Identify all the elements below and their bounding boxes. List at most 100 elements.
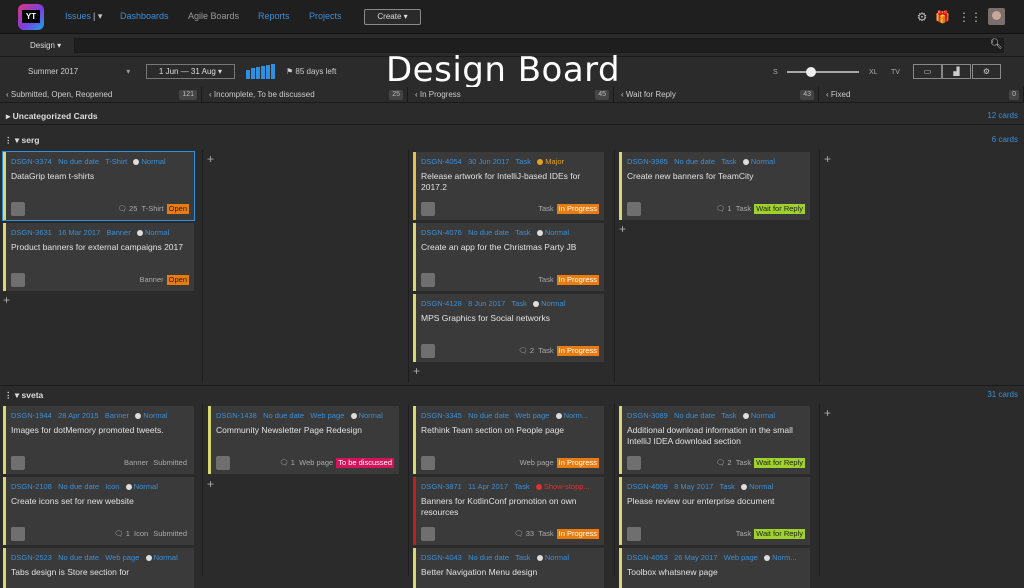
issue-card[interactable]: DSGN-1438 No due date Web page Normal Co…	[208, 406, 399, 474]
add-card-plus-icon[interactable]: +	[824, 152, 831, 166]
add-card-plus-icon[interactable]: +	[207, 477, 214, 491]
nav-dashboards[interactable]: Dashboards	[120, 11, 169, 21]
add-card-plus-icon[interactable]: +	[619, 222, 626, 236]
assignee-avatar[interactable]	[421, 344, 435, 358]
search-icon[interactable]: 🔍︎	[990, 39, 1003, 50]
issue-card[interactable]: DSGN-1944 28 Apr 2015 Banner Normal Imag…	[3, 406, 194, 474]
column-header-in-progress[interactable]: ‹ In Progress 45	[409, 87, 614, 103]
issue-id[interactable]: DSGN-3985	[627, 157, 668, 166]
due-date[interactable]: No due date	[674, 157, 715, 166]
due-date[interactable]: No due date	[468, 553, 509, 562]
issue-card[interactable]: DSGN-4053 26 May 2017 Web page Norm... T…	[619, 548, 810, 588]
issue-card[interactable]: DSGN-4076 No due date Task Normal Create…	[413, 223, 604, 291]
issue-type[interactable]: Task	[721, 157, 736, 166]
create-button[interactable]: Create ▾	[364, 9, 421, 25]
card-title[interactable]: Toolbox whatsnew page	[627, 567, 807, 578]
issue-card[interactable]: DSGN-3871 11 Apr 2017 Task Show-stopp...…	[413, 477, 604, 545]
issue-type[interactable]: Task	[511, 299, 526, 308]
issue-type[interactable]: Task	[515, 553, 530, 562]
state-badge[interactable]: Wait for Reply	[754, 204, 805, 214]
state-badge[interactable]: Wait for Reply	[754, 458, 805, 468]
state-badge[interactable]: Wait for Reply	[754, 529, 805, 539]
priority[interactable]: Normal	[359, 411, 383, 420]
add-card-plus-icon[interactable]: +	[824, 406, 831, 420]
issue-card[interactable]: DSGN-3089 No due date Task Normal Additi…	[619, 406, 810, 474]
column-header-fixed[interactable]: ‹ Fixed 0	[820, 87, 1024, 103]
due-date[interactable]: 30 Jun 2017	[468, 157, 509, 166]
nav-issues[interactable]: Issues	[65, 11, 91, 21]
assignee-avatar[interactable]	[627, 527, 641, 541]
card-title[interactable]: Create an app for the Christmas Party JB	[421, 242, 601, 253]
assignee-avatar[interactable]	[421, 273, 435, 287]
sprint-date-range[interactable]: 1 Jun — 31 Aug ▾	[146, 64, 235, 79]
state-badge[interactable]: In Progress	[556, 346, 599, 356]
priority[interactable]: Normal	[145, 228, 169, 237]
issue-card[interactable]: DSGN-3985 No due date Task Normal Create…	[619, 152, 810, 220]
due-date[interactable]: 8 Jun 2017	[468, 299, 505, 308]
state-badge[interactable]: Open	[166, 275, 189, 285]
priority[interactable]: Normal	[749, 482, 773, 491]
card-title[interactable]: Additional download information in the s…	[627, 425, 807, 447]
issue-type[interactable]: Web page	[515, 411, 549, 420]
settings-gear-icon[interactable]: ⚙	[915, 10, 929, 24]
state-badge[interactable]: Open	[166, 204, 189, 214]
due-date[interactable]: No due date	[263, 411, 304, 420]
card-title[interactable]: Create icons set for new website	[11, 496, 191, 507]
issue-id[interactable]: DSGN-2523	[11, 553, 52, 562]
issue-card[interactable]: DSGN-2108 No due date Icon Normal Create…	[3, 477, 194, 545]
priority[interactable]: Normal	[143, 411, 167, 420]
due-date[interactable]: 26 May 2017	[674, 553, 717, 562]
assignee-avatar[interactable]	[421, 527, 435, 541]
priority[interactable]: Major	[545, 157, 564, 166]
column-header-wait-for-reply[interactable]: ‹ Wait for Reply 43	[615, 87, 819, 103]
drag-handle-icon[interactable]: ⋮	[4, 390, 15, 400]
column-header-submitted[interactable]: ‹ Submitted, Open, Reopened 121	[0, 87, 202, 103]
issue-type[interactable]: Task	[514, 482, 529, 491]
youtrack-logo[interactable]: YT	[18, 4, 44, 30]
issue-id[interactable]: DSGN-4009	[627, 482, 668, 491]
priority[interactable]: Normal	[545, 228, 569, 237]
issue-card[interactable]: DSGN-3374 No due date T-Shirt Normal Dat…	[2, 151, 195, 221]
state-badge[interactable]: In Progress	[556, 204, 599, 214]
issue-card[interactable]: DSGN-4054 30 Jun 2017 Task Major Release…	[413, 152, 604, 220]
priority[interactable]: Norm...	[564, 411, 589, 420]
due-date[interactable]: No due date	[674, 411, 715, 420]
issue-id[interactable]: DSGN-4054	[421, 157, 462, 166]
priority[interactable]: Normal	[154, 553, 178, 562]
assignee-avatar[interactable]	[11, 273, 25, 287]
card-title[interactable]: Release artwork for IntelliJ-based IDEs …	[421, 171, 601, 193]
due-date[interactable]: No due date	[58, 482, 99, 491]
card-title[interactable]: Tabs design is Store section for	[11, 567, 191, 578]
issue-type[interactable]: Banner	[105, 411, 129, 420]
issue-type[interactable]: T-Shirt	[105, 157, 127, 166]
issue-id[interactable]: DSGN-4128	[421, 299, 462, 308]
apps-grid-icon[interactable]: ⋮⋮	[958, 10, 982, 24]
assignee-avatar[interactable]	[627, 202, 641, 216]
swimlane-uncategorized[interactable]: ▸ Uncategorized Cards 12 cards	[0, 107, 1024, 125]
issue-type[interactable]: Task	[516, 157, 531, 166]
due-date[interactable]: 8 May 2017	[674, 482, 713, 491]
swimlane-sveta[interactable]: ⋮ ▾ sveta 31 cards	[0, 385, 1024, 403]
card-title[interactable]: Create new banners for TeamCity	[627, 171, 807, 182]
issue-card[interactable]: DSGN-4043 No due date Task Normal Better…	[413, 548, 604, 588]
issue-card[interactable]: DSGN-4128 8 Jun 2017 Task Normal MPS Gra…	[413, 294, 604, 362]
priority[interactable]: Normal	[141, 157, 165, 166]
issue-type[interactable]: Task	[515, 228, 530, 237]
issue-type[interactable]: Task	[721, 411, 736, 420]
due-date[interactable]: No due date	[58, 553, 99, 562]
nav-agile-boards[interactable]: Agile Boards	[188, 11, 239, 21]
card-title[interactable]: Images for dotMemory promoted tweets.	[11, 425, 191, 436]
issue-id[interactable]: DSGN-3089	[627, 411, 668, 420]
state-badge[interactable]: In Progress	[556, 529, 599, 539]
due-date[interactable]: No due date	[468, 411, 509, 420]
burndown-chart-icon[interactable]	[246, 64, 276, 79]
assignee-avatar[interactable]	[216, 456, 230, 470]
assignee-avatar[interactable]	[421, 456, 435, 470]
due-date[interactable]: 11 Apr 2017	[468, 482, 508, 491]
issue-type[interactable]: Banner	[107, 228, 131, 237]
tv-mode-label[interactable]: TV	[891, 69, 900, 76]
due-date[interactable]: 28 Apr 2015	[58, 411, 98, 420]
swimlane-serg[interactable]: ⋮ ▾ serg 6 cards	[0, 131, 1024, 149]
issue-id[interactable]: DSGN-2108	[11, 482, 52, 491]
card-title[interactable]: Please review our enterprise document	[627, 496, 807, 507]
